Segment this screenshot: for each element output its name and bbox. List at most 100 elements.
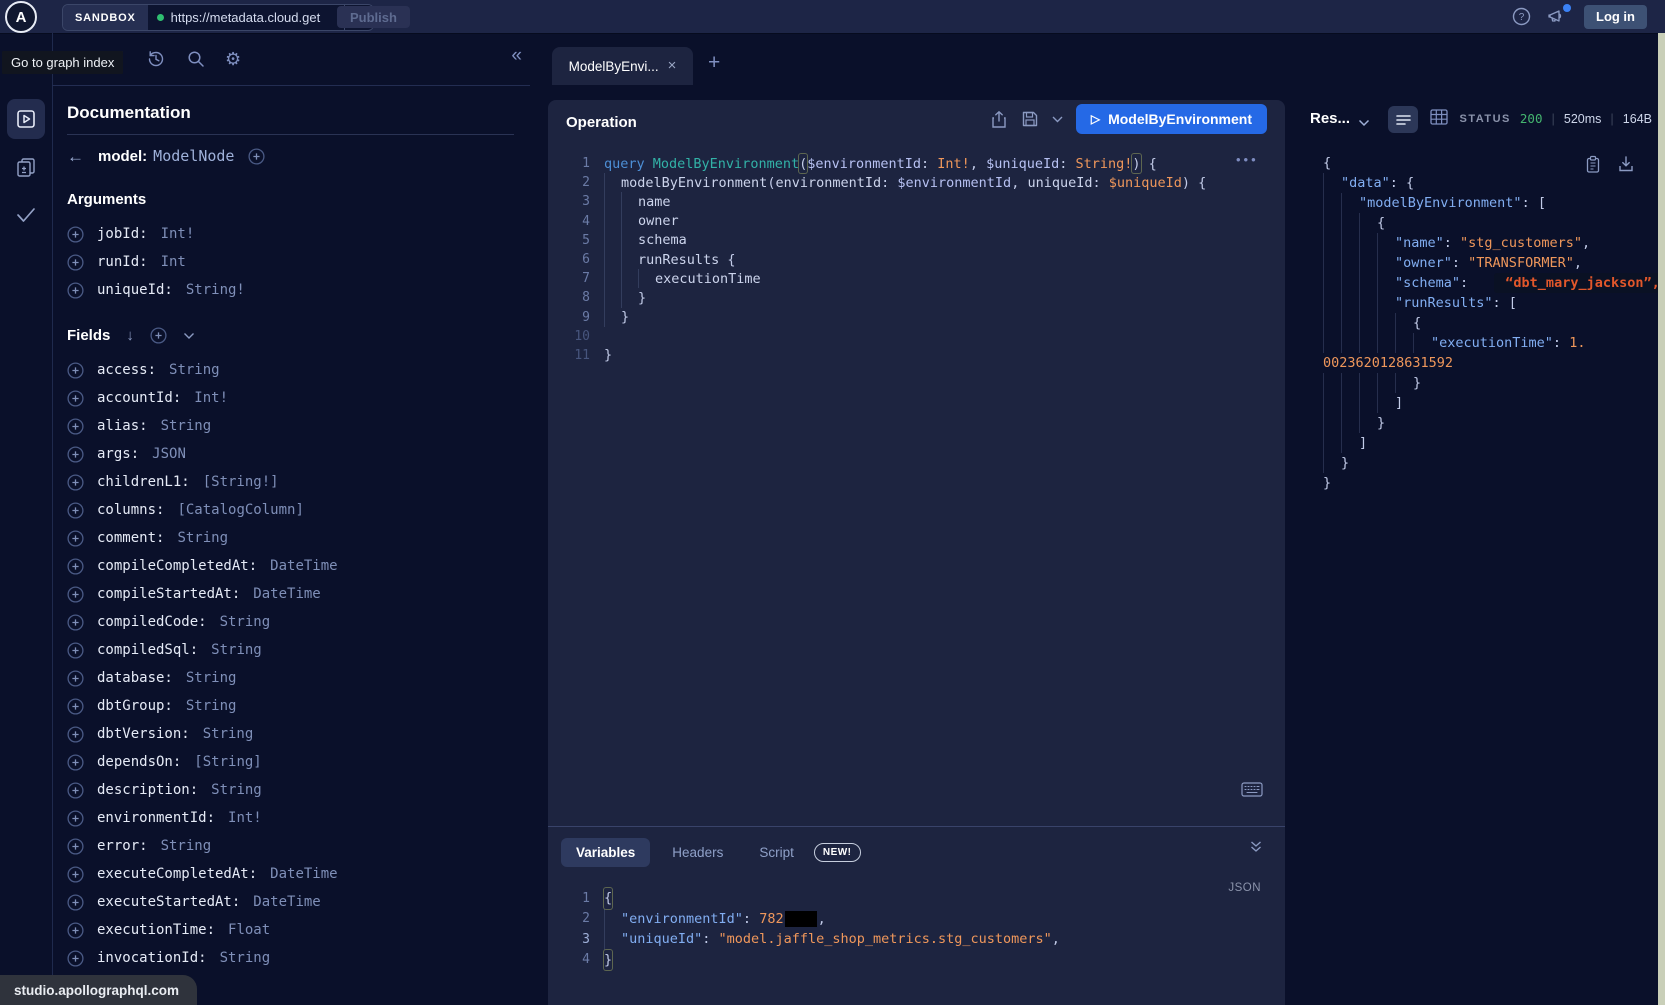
field-type-link[interactable]: String [211, 642, 262, 658]
field-type-link[interactable]: [String] [194, 754, 261, 770]
apollo-logo-icon[interactable]: A [5, 1, 37, 33]
chevron-down-icon[interactable] [183, 332, 195, 340]
table-view-button[interactable] [1430, 109, 1448, 130]
doc-field-row[interactable]: accountId:Int! [67, 388, 514, 408]
add-to-operation-icon[interactable] [67, 254, 84, 271]
field-type-link[interactable]: String [186, 670, 237, 686]
back-arrow-icon[interactable]: ← [67, 148, 84, 165]
save-icon[interactable] [1021, 110, 1039, 128]
download-response-icon[interactable] [1618, 155, 1634, 179]
doc-field-row[interactable]: alias:String [67, 416, 514, 436]
field-type-link[interactable]: String [161, 838, 212, 854]
field-type-link[interactable]: Int! [228, 810, 262, 826]
doc-field-row[interactable]: comment:String [67, 528, 514, 548]
field-type-link[interactable]: String [203, 726, 254, 742]
add-to-operation-icon[interactable] [67, 754, 84, 771]
doc-field-row[interactable]: jobId:Int! [67, 224, 514, 244]
nav-explorer-button[interactable] [7, 99, 45, 139]
tab-script[interactable]: Script [745, 838, 808, 867]
share-icon[interactable] [990, 110, 1008, 129]
add-to-operation-icon[interactable] [67, 362, 84, 379]
tab-headers[interactable]: Headers [658, 838, 737, 867]
response-json[interactable]: {"data": {"modelByEnvironment": [{"name"… [1323, 153, 1658, 493]
field-type-link[interactable]: DateTime [253, 894, 320, 910]
list-view-button[interactable] [1388, 106, 1418, 133]
operation-more-menu[interactable]: ••• [1236, 152, 1259, 167]
add-field-icon[interactable] [248, 148, 265, 165]
response-title[interactable]: Res... [1310, 110, 1350, 127]
operation-tab[interactable]: ModelByEnvi... × [552, 47, 693, 85]
doc-field-row[interactable]: columns:[CatalogColumn] [67, 500, 514, 520]
keyboard-shortcuts-icon[interactable] [1241, 782, 1263, 802]
doc-field-row[interactable]: invocationId:String [67, 948, 514, 968]
nav-checks-button[interactable] [0, 205, 52, 225]
field-type-link[interactable]: String [220, 614, 271, 630]
field-type-link[interactable]: Int! [194, 390, 228, 406]
doc-field-row[interactable]: compiledSql:String [67, 640, 514, 660]
variables-editor[interactable]: 1{2"environmentId": 782,3"uniqueId": "mo… [548, 888, 1285, 970]
doc-field-row[interactable]: access:String [67, 360, 514, 380]
add-to-operation-icon[interactable] [67, 474, 84, 491]
field-type-link[interactable]: Int [161, 254, 186, 270]
add-to-operation-icon[interactable] [67, 446, 84, 463]
doc-field-type-link[interactable]: ModelNode [153, 147, 234, 165]
copy-response-icon[interactable] [1585, 155, 1601, 179]
help-icon[interactable]: ? [1512, 7, 1531, 26]
tab-variables[interactable]: Variables [561, 838, 650, 867]
add-to-operation-icon[interactable] [67, 698, 84, 715]
field-type-link[interactable]: DateTime [270, 866, 337, 882]
field-type-link[interactable]: DateTime [270, 558, 337, 574]
add-to-operation-icon[interactable] [67, 558, 84, 575]
login-button[interactable]: Log in [1584, 5, 1647, 29]
doc-field-row[interactable]: runId:Int [67, 252, 514, 272]
add-to-operation-icon[interactable] [67, 950, 84, 967]
run-operation-button[interactable]: ▷ ModelByEnvironment [1076, 104, 1267, 134]
add-to-operation-icon[interactable] [67, 502, 84, 519]
doc-field-row[interactable]: executionTime:Float [67, 920, 514, 940]
field-type-link[interactable]: DateTime [253, 586, 320, 602]
doc-field-row[interactable]: executeCompletedAt:DateTime [67, 864, 514, 884]
doc-field-row[interactable]: uniqueId:String! [67, 280, 514, 300]
add-to-operation-icon[interactable] [67, 922, 84, 939]
field-type-link[interactable]: [String!] [203, 474, 279, 490]
announcements-icon[interactable] [1547, 7, 1568, 26]
doc-field-row[interactable]: dbtVersion:String [67, 724, 514, 744]
field-type-link[interactable]: String [220, 950, 271, 966]
doc-field-row[interactable]: compileCompletedAt:DateTime [67, 556, 514, 576]
add-to-operation-icon[interactable] [67, 282, 84, 299]
field-type-link[interactable]: String [161, 418, 212, 434]
add-to-operation-icon[interactable] [67, 418, 84, 435]
add-to-operation-icon[interactable] [67, 670, 84, 687]
collapse-panel-icon[interactable]: « [511, 45, 522, 67]
history-icon[interactable] [146, 49, 166, 74]
add-to-operation-icon[interactable] [67, 838, 84, 855]
doc-field-row[interactable]: error:String [67, 836, 514, 856]
save-chevron-icon[interactable] [1052, 116, 1063, 123]
operation-editor[interactable]: 1query ModelByEnvironment($environmentId… [548, 154, 1285, 365]
doc-field-row[interactable]: args:JSON [67, 444, 514, 464]
collapse-variables-icon[interactable] [1249, 840, 1263, 859]
add-to-operation-icon[interactable] [67, 726, 84, 743]
new-tab-button[interactable]: + [708, 51, 720, 75]
field-type-link[interactable]: JSON [152, 446, 186, 462]
doc-field-row[interactable]: childrenL1:[String!] [67, 472, 514, 492]
close-tab-icon[interactable]: × [668, 59, 677, 73]
field-type-link[interactable]: [CatalogColumn] [177, 502, 303, 518]
doc-field-row[interactable]: executeStartedAt:DateTime [67, 892, 514, 912]
doc-field-row[interactable]: description:String [67, 780, 514, 800]
field-type-link[interactable]: String! [186, 282, 245, 298]
nav-schema-button[interactable] [0, 155, 52, 179]
add-to-operation-icon[interactable] [67, 782, 84, 799]
add-to-operation-icon[interactable] [67, 586, 84, 603]
doc-field-row[interactable]: environmentId:Int! [67, 808, 514, 828]
field-type-link[interactable]: String [211, 782, 262, 798]
add-to-operation-icon[interactable] [67, 390, 84, 407]
response-dropdown-chevron-icon[interactable] [1358, 114, 1370, 132]
field-type-link[interactable]: Float [228, 922, 270, 938]
endpoint-url-input[interactable]: https://metadata.cloud.get [148, 5, 344, 30]
add-to-operation-icon[interactable] [67, 226, 84, 243]
search-icon[interactable] [186, 49, 206, 74]
field-type-link[interactable]: String [186, 698, 237, 714]
add-to-operation-icon[interactable] [67, 810, 84, 827]
add-to-operation-icon[interactable] [67, 642, 84, 659]
